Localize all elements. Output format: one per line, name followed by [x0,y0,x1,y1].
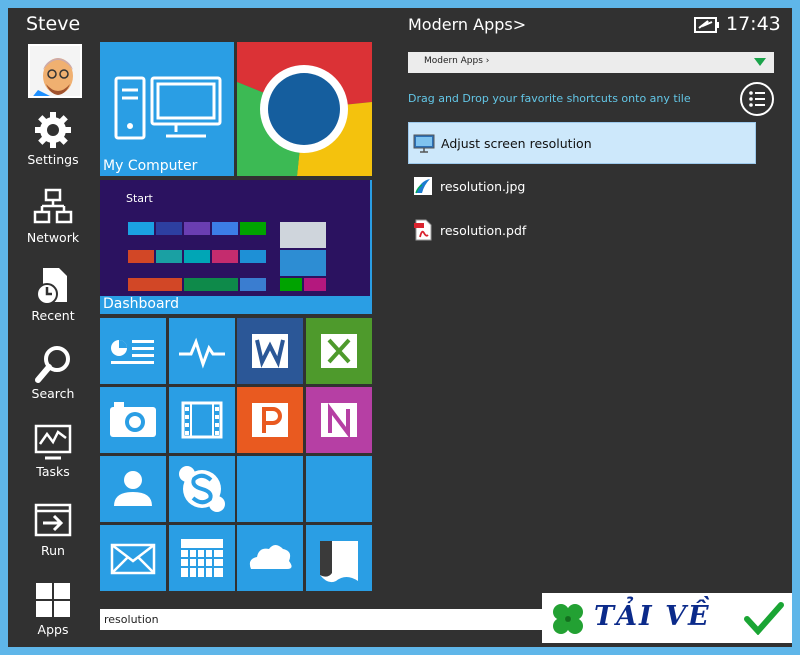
nav-run[interactable]: Run [8,501,98,571]
nav-label: Settings [27,152,79,167]
search-input[interactable] [100,609,552,630]
tile-onedrive[interactable] [237,525,303,591]
start-menu-window: Steve Settings Network Recent Search Tas… [8,8,792,647]
nav-label: Recent [31,308,75,323]
list-view-button[interactable] [740,82,774,116]
camera-icon [110,402,156,437]
tile-excel[interactable] [306,318,372,384]
clock: 17:43 [726,13,781,35]
film-icon [181,401,223,439]
cloud-icon [249,545,292,569]
tile-reader[interactable] [306,525,372,591]
watermark-logo: TẢI VỀ [542,593,792,643]
nav-apps[interactable]: Apps [8,580,98,647]
nav-search[interactable]: Search [8,344,98,414]
control-panel-icon [111,340,154,364]
tasks-icon [34,424,72,460]
category-dropdown[interactable]: Modern Apps › [408,52,774,73]
dropdown-arrow-icon [754,58,766,66]
result-item[interactable]: resolution.jpg [408,166,756,208]
pdf-file-icon [414,219,432,241]
result-label: resolution.pdf [440,223,527,238]
word-icon [252,334,288,368]
tile-chrome[interactable] [237,42,372,176]
tile-powerpoint[interactable] [237,387,303,453]
calendar-icon [181,539,223,577]
powerpoint-icon [252,403,288,437]
reader-icon [320,541,358,583]
gear-icon [35,112,71,148]
excel-icon [321,334,357,368]
watermark-text: TẢI VỀ [594,601,711,632]
nav-recent[interactable]: Recent [8,266,98,336]
computer-icon [114,76,222,140]
dashboard-preview: Start [100,180,370,296]
network-icon [33,188,73,224]
run-icon [34,503,72,537]
recent-icon [36,268,67,305]
skype-icon [179,466,225,512]
chrome-icon [237,42,372,176]
tile-label: My Computer [103,158,198,174]
list-icon [749,91,765,107]
dropdown-selected: Modern Apps › [424,56,490,66]
nav-label: Search [31,386,75,401]
tile-skype[interactable] [169,456,235,522]
tile-onenote[interactable] [306,387,372,453]
tile-empty[interactable] [237,456,303,522]
battery-icon [694,17,719,33]
tile-people[interactable] [100,456,166,522]
tile-mail[interactable] [100,525,166,591]
tile-word[interactable] [237,318,303,384]
nav-label: Run [41,543,65,558]
pulse-icon [179,337,225,369]
drag-drop-hint: Drag and Drop your favorite shortcuts on… [408,92,691,105]
display-settings-icon [413,134,435,153]
search-icon [35,346,70,383]
user-name[interactable]: Steve [26,13,80,35]
nav-tasks[interactable]: Tasks [8,422,98,492]
tile-empty[interactable] [306,456,372,522]
result-item[interactable]: resolution.pdf [408,210,756,252]
nav-network[interactable]: Network [8,188,98,258]
result-label: resolution.jpg [440,179,526,194]
tile-label: Dashboard [103,296,179,312]
tile-camera[interactable] [100,387,166,453]
avatar[interactable] [28,44,82,98]
person-icon [114,471,152,506]
panel-title[interactable]: Modern Apps> [408,15,526,34]
tile-calendar[interactable] [169,525,235,591]
tile-video[interactable] [169,387,235,453]
clover-icon [553,604,583,634]
result-item[interactable]: Adjust screen resolution [408,122,756,164]
checkmark-icon [744,602,784,635]
apps-icon [36,583,70,617]
tile-health[interactable] [169,318,235,384]
onenote-icon [321,403,357,439]
nav-label: Network [26,230,80,245]
result-label: Adjust screen resolution [441,136,592,151]
nav-label: Apps [37,622,69,637]
preview-start-label: Start [126,192,153,205]
mail-icon [110,543,156,575]
tile-my-computer[interactable]: My Computer [100,42,234,176]
nav-settings[interactable]: Settings [8,110,98,180]
image-file-icon [414,177,432,195]
tile-dashboard[interactable]: Start Dashboard [100,180,372,314]
tile-control-panel[interactable] [100,318,166,384]
nav-label: Tasks [36,464,70,479]
